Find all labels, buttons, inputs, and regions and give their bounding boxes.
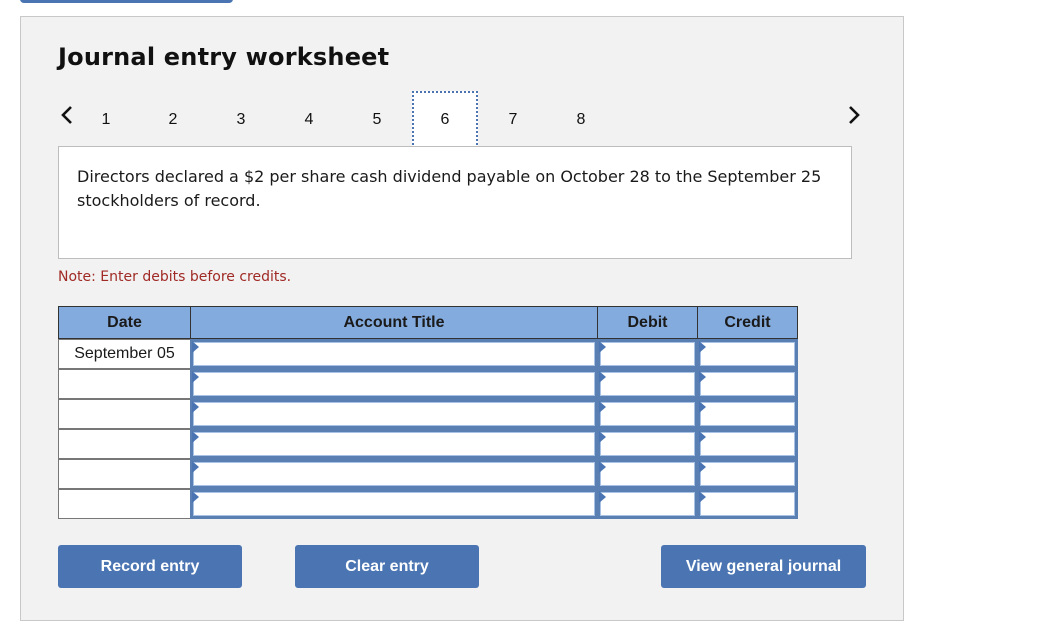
credit-input[interactable]: [697, 459, 798, 489]
debit-input[interactable]: [597, 489, 698, 519]
date-cell: [58, 369, 191, 399]
step-tab-5[interactable]: 5: [344, 93, 410, 147]
view-general-journal-button[interactable]: View general journal: [661, 545, 866, 588]
dropdown-marker-icon: [599, 431, 606, 443]
credit-input[interactable]: [697, 489, 798, 519]
step-tab-6[interactable]: 6: [412, 91, 478, 149]
chevron-left-icon: [61, 106, 72, 124]
step-tab-8[interactable]: 8: [548, 93, 614, 147]
dropdown-marker-icon: [192, 341, 199, 353]
dropdown-marker-icon: [699, 341, 706, 353]
column-header-debit: Debit: [597, 306, 698, 339]
description-box: Directors declared a $2 per share cash d…: [58, 146, 852, 259]
debit-input[interactable]: [597, 459, 698, 489]
dropdown-marker-icon: [599, 371, 606, 383]
dropdown-marker-icon: [192, 371, 199, 383]
dropdown-marker-icon: [699, 371, 706, 383]
account-title-input[interactable]: [190, 489, 598, 519]
account-title-input[interactable]: [190, 429, 598, 459]
credit-input[interactable]: [697, 429, 798, 459]
date-cell: [58, 459, 191, 489]
column-header-account-title: Account Title: [190, 306, 598, 339]
credit-input[interactable]: [697, 369, 798, 399]
step-tab-2[interactable]: 2: [140, 93, 206, 147]
account-title-input[interactable]: [190, 339, 598, 369]
dropdown-marker-icon: [192, 431, 199, 443]
dropdown-marker-icon: [699, 431, 706, 443]
worksheet-panel: Journal entry worksheet 12345678 Directo…: [20, 16, 904, 621]
debit-input[interactable]: [597, 429, 698, 459]
credit-input[interactable]: [697, 339, 798, 369]
debit-input[interactable]: [597, 399, 698, 429]
credit-input[interactable]: [697, 399, 798, 429]
dropdown-marker-icon: [699, 461, 706, 473]
account-title-input[interactable]: [190, 459, 598, 489]
dropdown-marker-icon: [192, 491, 199, 503]
top-tab-button[interactable]: [20, 0, 233, 3]
chevron-right-icon: [849, 106, 860, 124]
date-cell: [58, 429, 191, 459]
record-entry-button[interactable]: Record entry: [58, 545, 242, 588]
dropdown-marker-icon: [192, 401, 199, 413]
account-title-input[interactable]: [190, 369, 598, 399]
dropdown-marker-icon: [599, 401, 606, 413]
dropdown-marker-icon: [699, 401, 706, 413]
column-header-credit: Credit: [697, 306, 798, 339]
date-cell: September 05: [58, 339, 191, 369]
clear-entry-button[interactable]: Clear entry: [295, 545, 479, 588]
dropdown-marker-icon: [192, 461, 199, 473]
debit-input[interactable]: [597, 369, 698, 399]
page-title: Journal entry worksheet: [58, 43, 390, 71]
dropdown-marker-icon: [599, 461, 606, 473]
step-tab-3[interactable]: 3: [208, 93, 274, 147]
step-tab-7[interactable]: 7: [480, 93, 546, 147]
column-header-date: Date: [58, 306, 191, 339]
dropdown-marker-icon: [699, 491, 706, 503]
step-tab-1[interactable]: 1: [73, 93, 139, 147]
date-cell: [58, 399, 191, 429]
next-button[interactable]: [842, 101, 866, 129]
account-title-input[interactable]: [190, 399, 598, 429]
note-text: Note: Enter debits before credits.: [58, 269, 292, 285]
date-cell: [58, 489, 191, 519]
step-tab-4[interactable]: 4: [276, 93, 342, 147]
dropdown-marker-icon: [599, 491, 606, 503]
dropdown-marker-icon: [599, 341, 606, 353]
description-text: Directors declared a $2 per share cash d…: [77, 167, 822, 210]
debit-input[interactable]: [597, 339, 698, 369]
